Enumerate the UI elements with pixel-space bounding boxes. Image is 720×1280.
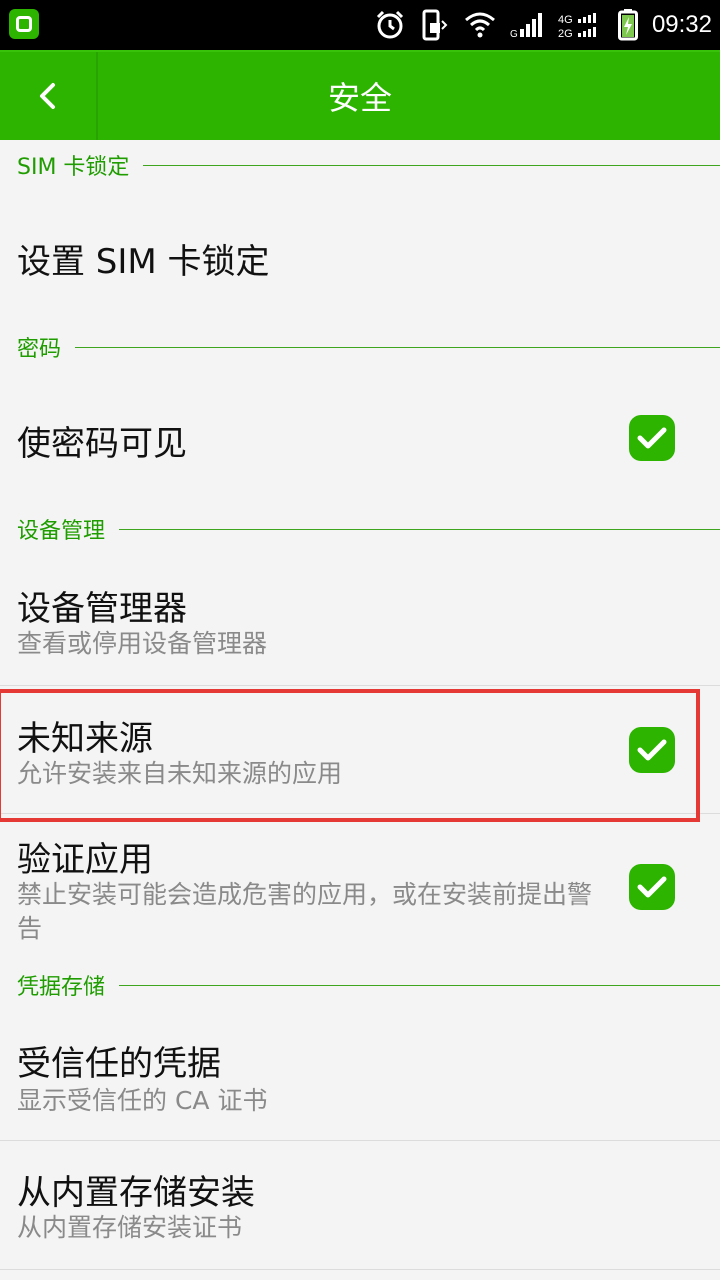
setting-title: 设置 SIM 卡锁定	[17, 242, 270, 282]
section-header-device-admin: 设备管理	[0, 509, 720, 549]
setting-subtitle: 查看或停用设备管理器	[17, 629, 268, 658]
vibrate-icon	[420, 9, 450, 41]
signal-4g-2g-icon: 4G 2G	[558, 11, 604, 39]
battery-charging-icon	[617, 9, 638, 41]
section-header-credentials: 凭据存储	[0, 965, 720, 1005]
status-time: 09:32	[651, 11, 712, 38]
setting-title: 使密码可见	[17, 424, 187, 464]
appbar-divider	[96, 52, 98, 140]
page-title: 安全	[327, 79, 392, 117]
status-bar: G 4G 2G 09:32	[0, 0, 720, 50]
setting-title: 未知来源	[17, 719, 153, 759]
setting-title: 受信任的凭据	[17, 1044, 221, 1084]
setting-title: 从内置存储安装	[17, 1173, 255, 1213]
wifi-icon	[464, 11, 496, 39]
svg-text:2G: 2G	[558, 28, 573, 39]
section-header-label: 凭据存储	[17, 975, 106, 1000]
row-divider	[0, 1269, 720, 1270]
section-divider	[143, 164, 720, 166]
setting-title: 验证应用	[17, 840, 153, 880]
setting-subtitle: 显示受信任的 CA 证书	[17, 1086, 268, 1115]
section-divider	[119, 984, 720, 986]
checkbox-unknown-sources[interactable]	[629, 727, 675, 773]
setting-subtitle: 从内置存储安装证书	[17, 1213, 243, 1242]
alarm-icon	[374, 9, 406, 41]
check-icon	[637, 427, 667, 449]
setting-item-show-password[interactable]: 使密码可见	[0, 368, 720, 508]
svg-text:G: G	[510, 29, 518, 39]
setting-subtitle: 禁止安装可能会造成危害的应用，或在安装前提出警告	[17, 880, 593, 943]
app-bar: 安全	[0, 50, 720, 140]
checkbox-show-password[interactable]	[629, 415, 675, 461]
setting-item-unknown-sources[interactable]: 未知来源 允许安装来自未知来源的应用	[0, 686, 720, 813]
chevron-left-icon	[40, 83, 55, 109]
setting-subtitle: 允许安装来自未知来源的应用	[17, 759, 343, 788]
section-header-label: SIM 卡锁定	[17, 155, 130, 180]
setting-item-verify-apps[interactable]: 验证应用 禁止安装可能会造成危害的应用，或在安装前提出警告	[0, 814, 720, 964]
section-divider	[119, 528, 720, 530]
svg-text:4G: 4G	[558, 14, 573, 26]
setting-item-sim-lock[interactable]: 设置 SIM 卡锁定	[0, 186, 720, 326]
back-button[interactable]	[0, 52, 96, 140]
setting-item-device-administrators[interactable]: 设备管理器 查看或停用设备管理器	[0, 556, 720, 684]
section-header-label: 密码	[17, 337, 62, 362]
signal-g-icon: G	[510, 11, 544, 39]
section-header-label: 设备管理	[17, 519, 106, 544]
section-header-sim: SIM 卡锁定	[0, 145, 720, 185]
setting-item-trusted-credentials[interactable]: 受信任的凭据 显示受信任的 CA 证书	[0, 1010, 720, 1140]
section-header-password: 密码	[0, 327, 720, 367]
checkbox-verify-apps[interactable]	[629, 864, 675, 910]
app-shield-icon	[9, 9, 39, 39]
setting-item-install-from-storage[interactable]: 从内置存储安装 从内置存储安装证书	[0, 1141, 720, 1269]
setting-title: 设备管理器	[17, 589, 187, 629]
section-divider	[75, 346, 720, 348]
check-icon	[637, 876, 667, 898]
check-icon	[637, 739, 667, 761]
